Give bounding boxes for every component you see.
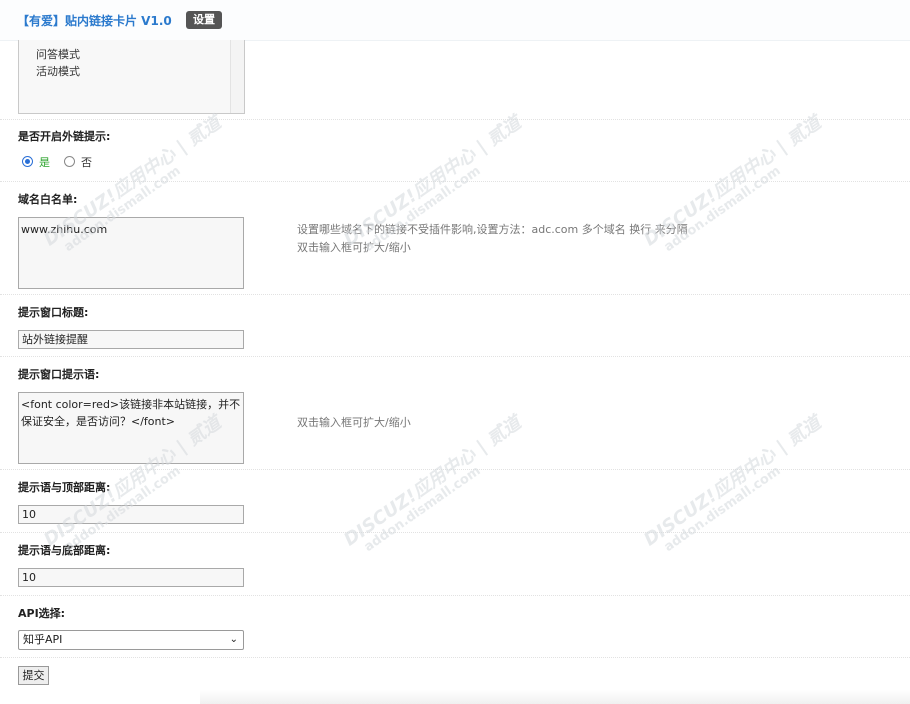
scrollbar[interactable] (230, 40, 244, 113)
radio-no[interactable] (64, 156, 75, 167)
bottom-distance-input[interactable]: 10 (18, 568, 244, 587)
top-distance-label: 提示语与顶部距离: (18, 481, 111, 494)
divider (0, 532, 910, 533)
whitelist-textarea[interactable]: www.zhihu.com (18, 217, 244, 289)
submit-button[interactable]: 提交 (18, 666, 49, 685)
external-prompt-label: 是否开启外链提示: (18, 130, 111, 143)
top-distance-input[interactable]: 10 (18, 505, 244, 524)
list-item[interactable]: 活动模式 (36, 63, 80, 79)
radio-yes[interactable] (22, 156, 33, 167)
divider (0, 294, 910, 295)
window-message-label: 提示窗口提示语: (18, 368, 100, 381)
window-title-input[interactable]: 站外链接提醒 (18, 330, 244, 349)
radio-no-label[interactable]: 否 (81, 154, 92, 170)
bottom-shadow (200, 690, 910, 704)
mode-listbox[interactable]: 问答模式 活动模式 (18, 40, 245, 114)
window-title-label: 提示窗口标题: (18, 306, 89, 319)
whitelist-label: 域名白名单: (18, 193, 78, 206)
whitelist-hint: 设置哪些域名下的链接不受插件影响,设置方法：adc.com 多个域名 换行 来分… (297, 223, 688, 236)
plugin-title: 【有爱】贴内链接卡片 V1.0 (17, 14, 172, 28)
list-item[interactable]: 问答模式 (36, 46, 80, 62)
divider (0, 119, 910, 120)
api-select[interactable]: 知乎API ⌄ (18, 630, 244, 650)
settings-tab[interactable]: 设置 (186, 11, 222, 29)
bottom-distance-label: 提示语与底部距离: (18, 544, 111, 557)
divider (0, 657, 910, 658)
api-label: API选择: (18, 607, 66, 620)
chevron-down-icon: ⌄ (229, 634, 238, 645)
watermark: DISCUZ!应用中心 | 贰道 addon.dismall.com (340, 412, 525, 556)
divider (0, 595, 910, 596)
divider (0, 356, 910, 357)
radio-yes-label[interactable]: 是 (39, 154, 50, 170)
whitelist-resize-hint: 双击输入框可扩大/缩小 (297, 241, 411, 254)
header-bar: 【有爱】贴内链接卡片 V1.0 设置 (0, 0, 910, 41)
window-message-textarea[interactable]: <font color=red>该链接非本站链接，并不保证安全，是否访问？</f… (18, 392, 244, 464)
window-message-hint: 双击输入框可扩大/缩小 (297, 416, 411, 429)
divider (0, 469, 910, 470)
watermark: DISCUZ!应用中心 | 贰道 addon.dismall.com (640, 412, 825, 556)
api-select-value: 知乎API (23, 633, 63, 646)
divider (0, 181, 910, 182)
